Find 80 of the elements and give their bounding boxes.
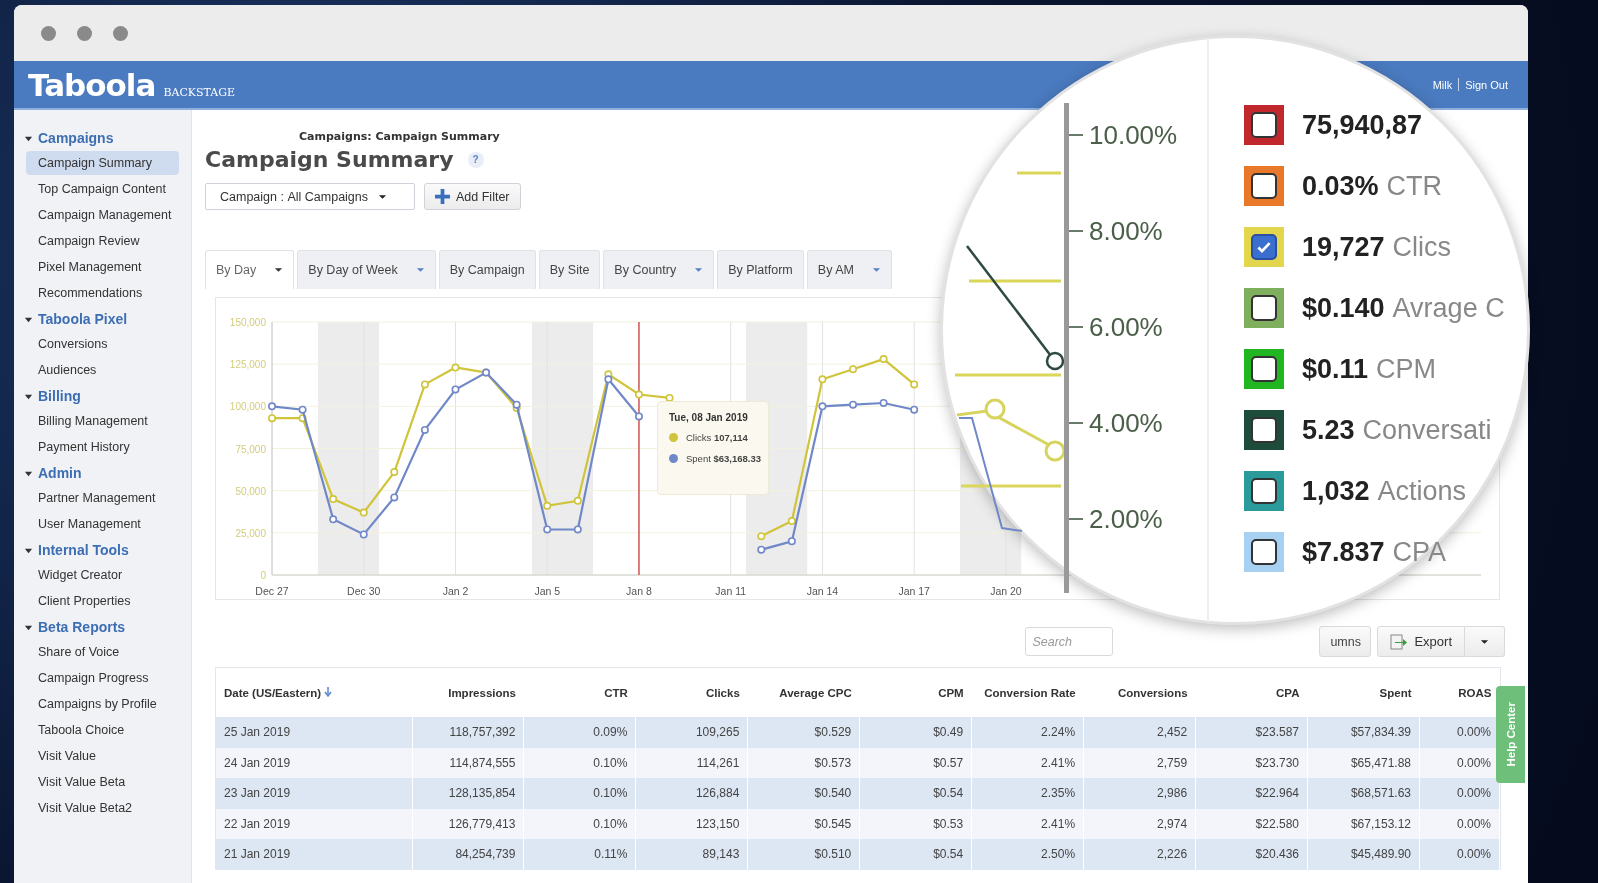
table-cell: $0.573 (747, 747, 860, 778)
table-cell: 25 Jan 2019 (216, 717, 412, 748)
axis-label: 8.00% (1089, 215, 1163, 247)
table-cell: $0.49 (859, 717, 972, 748)
axis-label: Jan 5 (534, 585, 561, 597)
table-cell: $0.54 (859, 839, 972, 870)
axis-label: Jan 14 (806, 585, 839, 597)
axis-label: Jan 17 (898, 585, 930, 597)
table-cell: 109,265 (635, 717, 748, 748)
axis-label: 6.00% (1089, 311, 1163, 343)
table-cell: 2,986 (1083, 778, 1196, 809)
table-cell: 2,974 (1083, 808, 1196, 839)
table-cell: 2,759 (1083, 747, 1196, 778)
axis-label: 25,000 (235, 527, 266, 539)
table-cell: 118,757,392 (412, 717, 524, 748)
table-cell: 21 Jan 2019 (216, 839, 412, 870)
table-cell: $65,471.88 (1307, 747, 1420, 778)
table-cell: $0.540 (747, 778, 860, 809)
axis-label: Dec 30 (347, 585, 381, 597)
table-cell: $0.529 (747, 717, 860, 748)
table-cell: 89,143 (635, 839, 748, 870)
table-cell: 2,226 (1083, 839, 1196, 870)
table-cell: $20.436 (1195, 839, 1308, 870)
table-cell: 114,874,555 (412, 747, 524, 778)
table-cell: 0.10% (523, 747, 636, 778)
table-cell: 24 Jan 2019 (216, 747, 412, 778)
table-cell: 0.09% (523, 717, 636, 748)
table-cell: 2.35% (971, 778, 1084, 809)
table-cell: 2.50% (971, 839, 1084, 870)
table-cell: 126,884 (635, 778, 748, 809)
page-title: Campaign Summary (205, 147, 454, 172)
table-cell: 84,254,739 (412, 839, 524, 870)
axis-label: 75,000 (235, 443, 266, 455)
table-cell: 2,452 (1083, 717, 1196, 748)
product-name: BACKSTAGE (163, 85, 236, 101)
table-cell: $0.53 (859, 808, 972, 839)
tooltip-value: Spent $63,168.33 (686, 453, 761, 464)
axis-label: 150,000 (229, 317, 266, 328)
table-cell: $22.580 (1195, 808, 1308, 839)
table-cell: 0.11% (523, 839, 636, 870)
table-cell: 123,150 (635, 808, 748, 839)
table-cell: 114,261 (635, 747, 748, 778)
table-cell: 128,135,854 (412, 778, 524, 809)
axis-label: 10.00% (1089, 119, 1178, 151)
table-cell: 0.00% (1419, 808, 1500, 839)
table-cell: 0.10% (523, 808, 636, 839)
table-cell: $0.57 (859, 747, 972, 778)
axis-label: Jan 2 (442, 585, 469, 597)
table-cell: $67,153.12 (1307, 808, 1420, 839)
table-cell: 0.00% (1419, 839, 1500, 870)
table-cell: $45,489.90 (1307, 839, 1420, 870)
axis-label: 100,000 (229, 401, 266, 413)
table-cell: 2.24% (971, 717, 1084, 748)
table-cell: $22.964 (1195, 778, 1308, 809)
tooltip-value: Clicks 107,114 (686, 432, 748, 443)
tooltip-title: Tue, 08 Jan 2019 (669, 412, 749, 423)
table-cell: $0.545 (747, 808, 860, 839)
table-cell: 23 Jan 2019 (216, 778, 412, 809)
table-cell: $23.730 (1195, 747, 1308, 778)
table-cell: 126,779,413 (412, 808, 524, 839)
table-cell: $0.54 (859, 778, 972, 809)
table-cell: $0.510 (747, 839, 860, 870)
table-cell: 0.10% (523, 778, 636, 809)
table-cell: 2.41% (971, 808, 1084, 839)
table-cell: 2.41% (971, 747, 1084, 778)
axis-label: 0 (260, 570, 266, 581)
table-cell: $23.587 (1195, 717, 1308, 748)
axis-label: Jan 11 (715, 585, 747, 597)
breadcrumb: Campaigns: Campaign Summary (299, 130, 500, 143)
axis-label: 2.00% (1089, 503, 1163, 535)
axis-label: Jan 8 (626, 585, 652, 597)
table-cell: $68,571.63 (1307, 778, 1420, 809)
table-cell: 0.00% (1419, 778, 1500, 809)
axis-label: Jan 20 (990, 585, 1022, 597)
axis-label: 4.00% (1089, 407, 1163, 439)
table-cell: 22 Jan 2019 (216, 808, 412, 839)
axis-label: 50,000 (235, 485, 266, 497)
table-cell: $57,834.39 (1307, 717, 1420, 748)
axis-label: Dec 27 (255, 585, 289, 597)
axis-label: 125,000 (229, 359, 266, 371)
